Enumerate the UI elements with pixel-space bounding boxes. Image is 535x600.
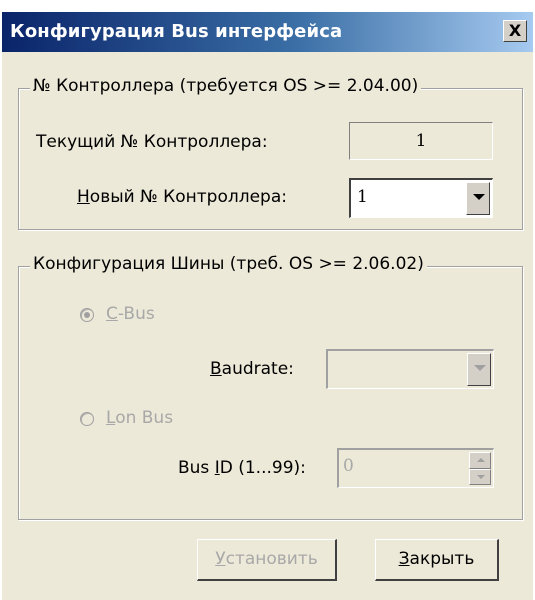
- chevron-down-icon: [474, 365, 486, 371]
- close-icon: X: [508, 21, 522, 40]
- busid-value: 0: [343, 456, 354, 476]
- baudrate-select[interactable]: [326, 349, 494, 389]
- new-controller-value: 1: [357, 187, 368, 207]
- bus-group-legend: Конфигурация Шины (треб. OS >= 2.06.02): [30, 254, 427, 274]
- chevron-down-icon: [477, 474, 485, 479]
- current-controller-value: 1: [349, 122, 493, 160]
- config-dialog: Конфигурация Bus интерфейса X № Контролл…: [2, 12, 533, 600]
- install-button[interactable]: Установить: [197, 539, 337, 581]
- baudrate-label: Baudrate:: [210, 359, 294, 379]
- close-button[interactable]: Закрыть: [375, 539, 499, 581]
- title-bar[interactable]: Конфигурация Bus интерфейса X: [2, 12, 533, 52]
- close-window-button[interactable]: X: [503, 20, 527, 42]
- chevron-down-icon: [473, 194, 485, 200]
- lonbus-label: Lon Bus: [106, 408, 174, 428]
- current-controller-label: Текущий № Контроллера:: [36, 132, 268, 152]
- new-controller-label: Новый № Контроллера:: [77, 187, 287, 207]
- baudrate-dropdown-button[interactable]: [467, 353, 491, 386]
- cbus-label: C-Bus: [106, 304, 155, 324]
- busid-stepper[interactable]: 0: [337, 448, 494, 488]
- busid-increment-button[interactable]: [469, 452, 491, 469]
- new-controller-dropdown-button[interactable]: [466, 182, 490, 215]
- new-controller-select[interactable]: 1: [349, 178, 493, 218]
- busid-label: Bus ID (1...99):: [178, 458, 306, 478]
- chevron-up-icon: [477, 458, 485, 462]
- lonbus-radio[interactable]: [80, 412, 94, 426]
- busid-stepper-buttons: [469, 452, 491, 485]
- window-title: Конфигурация Bus интерфейса: [10, 21, 343, 42]
- radio-selected-dot: [84, 312, 90, 318]
- busid-decrement-button[interactable]: [469, 468, 491, 485]
- cbus-radio[interactable]: [80, 308, 94, 322]
- controller-group-legend: № Контроллера (требуется OS >= 2.04.00): [30, 76, 422, 96]
